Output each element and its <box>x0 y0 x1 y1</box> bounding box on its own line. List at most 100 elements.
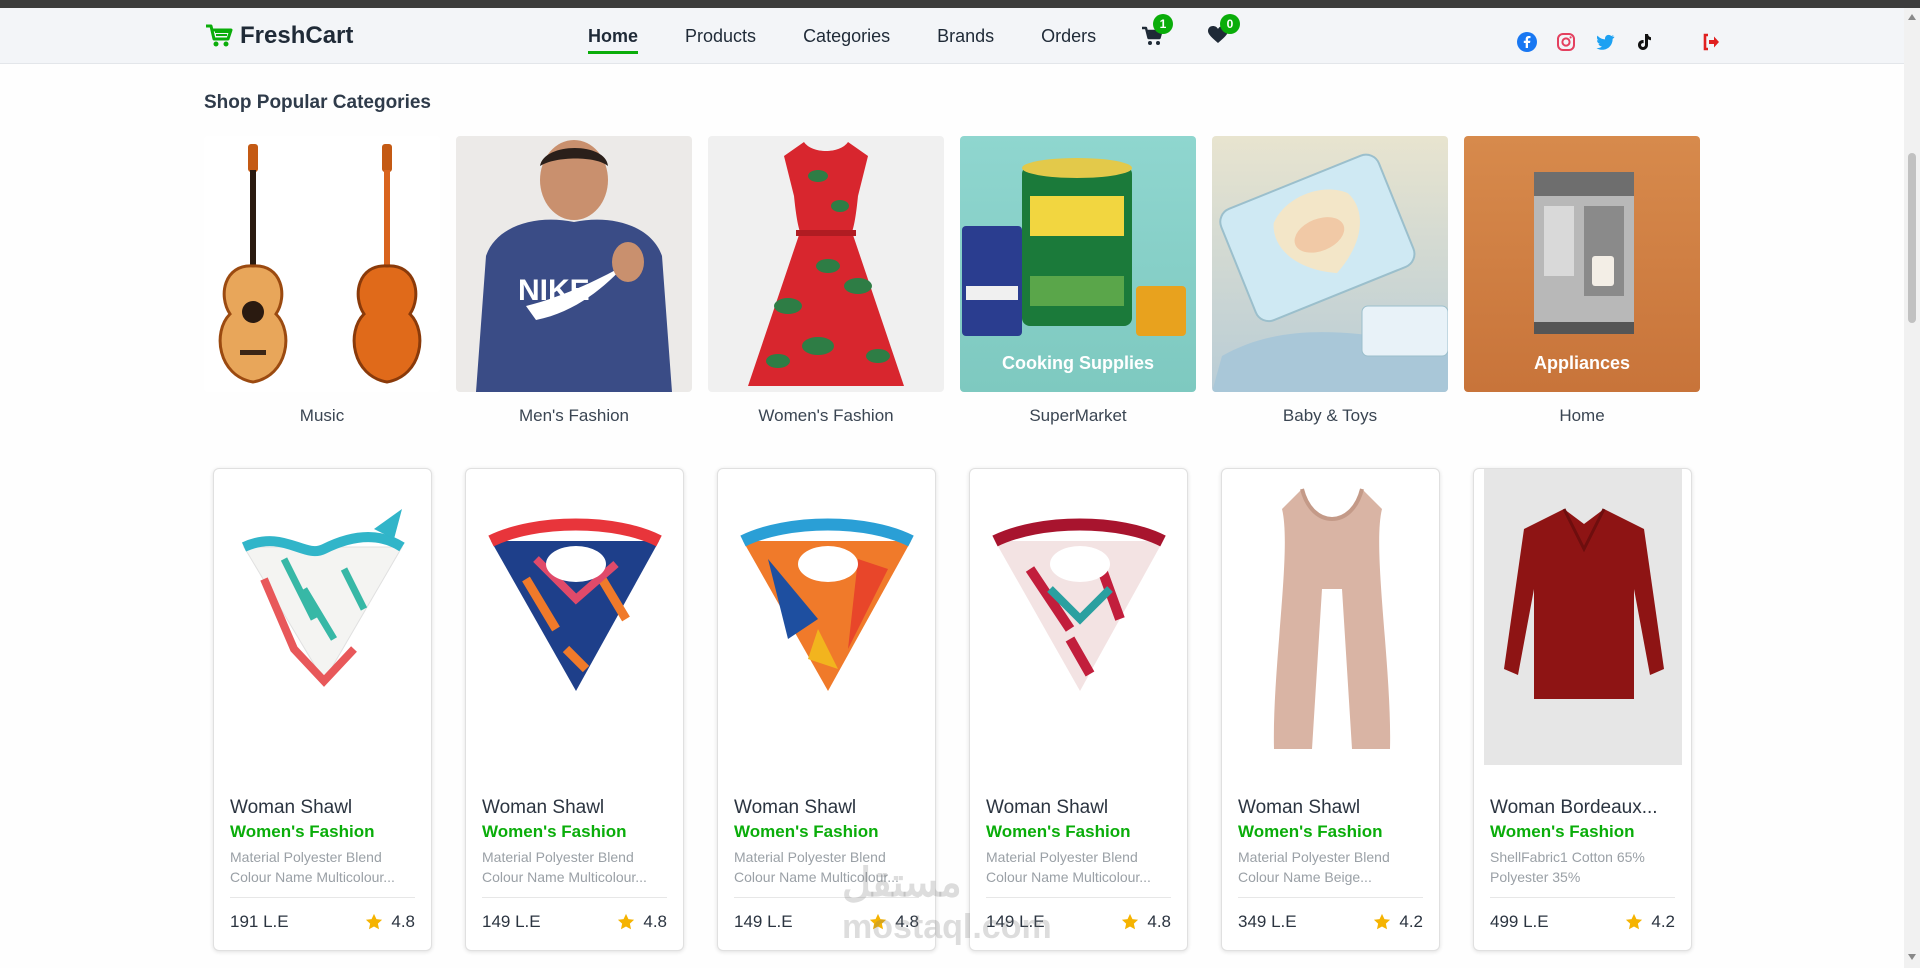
product-title: Woman Shawl <box>986 797 1109 818</box>
cart-logo-icon <box>206 24 233 47</box>
cart-button[interactable]: 1 <box>1141 14 1173 50</box>
category-image-womens-fashion <box>708 136 944 392</box>
nav-brands[interactable]: Brands <box>937 26 994 51</box>
product-description-line: Colour Name Multicolour... <box>986 869 1151 885</box>
category-image-music <box>204 136 440 392</box>
svg-text:NIKE: NIKE <box>518 274 590 307</box>
nav-categories[interactable]: Categories <box>803 26 890 51</box>
category-label: Women's Fashion <box>758 406 894 425</box>
rating-value: 4.8 <box>643 912 667 931</box>
guitar-image <box>218 144 422 384</box>
product-description-line: Material Polyester Blend <box>230 849 382 865</box>
product-image <box>1484 469 1682 765</box>
category-card[interactable]: Music <box>204 136 440 426</box>
category-label: SuperMarket <box>1029 406 1127 425</box>
dress-image <box>748 142 904 386</box>
product-rating: 4.8 <box>617 912 667 932</box>
brand-name: FreshCart <box>240 22 354 49</box>
section-title: Shop Popular Categories <box>204 92 431 113</box>
product-category: Women's Fashion <box>1238 822 1383 841</box>
product-category: Women's Fashion <box>1490 822 1635 841</box>
product-price: 349 L.E <box>1238 912 1297 931</box>
product-rating: 4.8 <box>365 912 415 932</box>
nav-orders[interactable]: Orders <box>1041 26 1096 51</box>
category-image-baby-toys <box>1212 136 1448 392</box>
instagram-icon[interactable] <box>1556 32 1576 52</box>
category-card[interactable]: Baby & Toys <box>1212 136 1448 426</box>
scroll-down-arrow[interactable] <box>1908 954 1916 960</box>
category-overlay-text: Appliances <box>1533 353 1631 373</box>
product-price: 191 L.E <box>230 912 289 931</box>
product-price: 499 L.E <box>1490 912 1549 931</box>
product-card[interactable]: Woman Bordeaux... Women's Fashion ShellF… <box>1473 468 1692 951</box>
tiktok-icon[interactable] <box>1634 32 1654 52</box>
product-description: Material Polyester Blend Colour Name Mul… <box>986 847 1176 887</box>
wishlist-count-badge: 0 <box>1220 14 1240 34</box>
star-icon <box>1122 913 1139 930</box>
logout-icon[interactable] <box>1701 32 1721 52</box>
category-card[interactable]: NIKE Men's Fashion <box>456 136 692 426</box>
scroll-up-arrow[interactable] <box>1908 14 1916 20</box>
facebook-icon[interactable] <box>1517 32 1537 52</box>
product-image <box>992 518 1166 691</box>
card-divider <box>1490 897 1675 898</box>
browser-top-strip <box>0 0 1920 8</box>
card-divider <box>482 897 667 898</box>
product-title: Woman Shawl <box>734 797 857 818</box>
category-label: Home <box>1559 406 1605 425</box>
product-category: Women's Fashion <box>230 822 375 841</box>
nav-home[interactable]: Home <box>588 26 639 54</box>
product-description-line: Material Polyester Blend <box>986 849 1138 865</box>
category-card[interactable]: Women's Fashion <box>708 136 944 426</box>
category-overlay-text: Cooking Supplies <box>1001 353 1154 373</box>
product-description-line: Colour Name Multicolour... <box>230 869 395 885</box>
product-image <box>1273 488 1391 749</box>
product-image <box>488 518 662 691</box>
product-description: ShellFabric1 Cotton 65% Polyester 35% <box>1490 847 1680 887</box>
product-card[interactable]: Woman Shawl Women's Fashion Material Pol… <box>465 468 684 951</box>
product-description: Material Polyester Blend Colour Name Mul… <box>482 847 672 887</box>
category-card[interactable]: Cooking Supplies SuperMarket <box>960 136 1196 426</box>
category-slider: Music NIKE Men's Fashion Women's Fashion… <box>204 136 1700 426</box>
card-divider <box>1238 897 1423 898</box>
scroll-thumb[interactable] <box>1908 153 1916 323</box>
rating-value: 4.2 <box>1651 912 1675 931</box>
page-scrollbar[interactable] <box>1904 8 1920 968</box>
product-description-line: Colour Name Multicolour... <box>482 869 647 885</box>
watermark-arabic: مستقل <box>842 861 962 905</box>
brand-logo[interactable]: FreshCart <box>204 22 353 50</box>
product-description: Material Polyester Blend Colour Name Bei… <box>1238 847 1428 887</box>
star-icon <box>1374 913 1391 930</box>
nav-links: Home Products Categories Brands Orders <box>588 26 1096 54</box>
category-label: Baby & Toys <box>1282 406 1378 425</box>
social-links <box>1517 32 1654 52</box>
product-card[interactable]: Woman Shawl Women's Fashion Material Pol… <box>213 468 432 951</box>
category-image-mens-fashion: NIKE <box>456 136 692 392</box>
product-description-line: Colour Name Beige... <box>1238 869 1372 885</box>
product-description-line: Polyester 35% <box>1490 869 1581 885</box>
cart-count-badge: 1 <box>1153 14 1173 34</box>
product-card[interactable]: Woman Shawl Women's Fashion Material Pol… <box>969 468 1188 951</box>
navbar: FreshCart Home Products Categories Brand… <box>0 8 1904 64</box>
product-description: Material Polyester Blend Colour Name Mul… <box>230 847 420 887</box>
watermark-url: mostaql.com <box>842 908 1052 946</box>
category-card[interactable]: Appliances Home <box>1464 136 1700 426</box>
star-icon <box>1626 913 1643 930</box>
product-title: Woman Bordeaux... <box>1490 797 1658 818</box>
product-title: Woman Shawl <box>482 797 605 818</box>
rating-value: 4.8 <box>391 912 415 931</box>
product-category: Women's Fashion <box>482 822 627 841</box>
nav-products[interactable]: Products <box>685 26 756 51</box>
product-image <box>241 509 405 687</box>
category-label: Men's Fashion <box>518 406 630 425</box>
product-card[interactable]: Woman Shawl Women's Fashion Material Pol… <box>1221 468 1440 951</box>
twitter-icon[interactable] <box>1595 32 1615 52</box>
product-description-line: Material Polyester Blend <box>482 849 634 865</box>
star-icon <box>366 913 383 930</box>
wishlist-button[interactable]: 0 <box>1208 14 1240 50</box>
category-image-supermarket: Cooking Supplies <box>960 136 1196 392</box>
product-description-line: Material Polyester Blend <box>1238 849 1390 865</box>
rating-value: 4.8 <box>1147 912 1171 931</box>
product-price: 149 L.E <box>734 912 793 931</box>
card-divider <box>230 897 415 898</box>
